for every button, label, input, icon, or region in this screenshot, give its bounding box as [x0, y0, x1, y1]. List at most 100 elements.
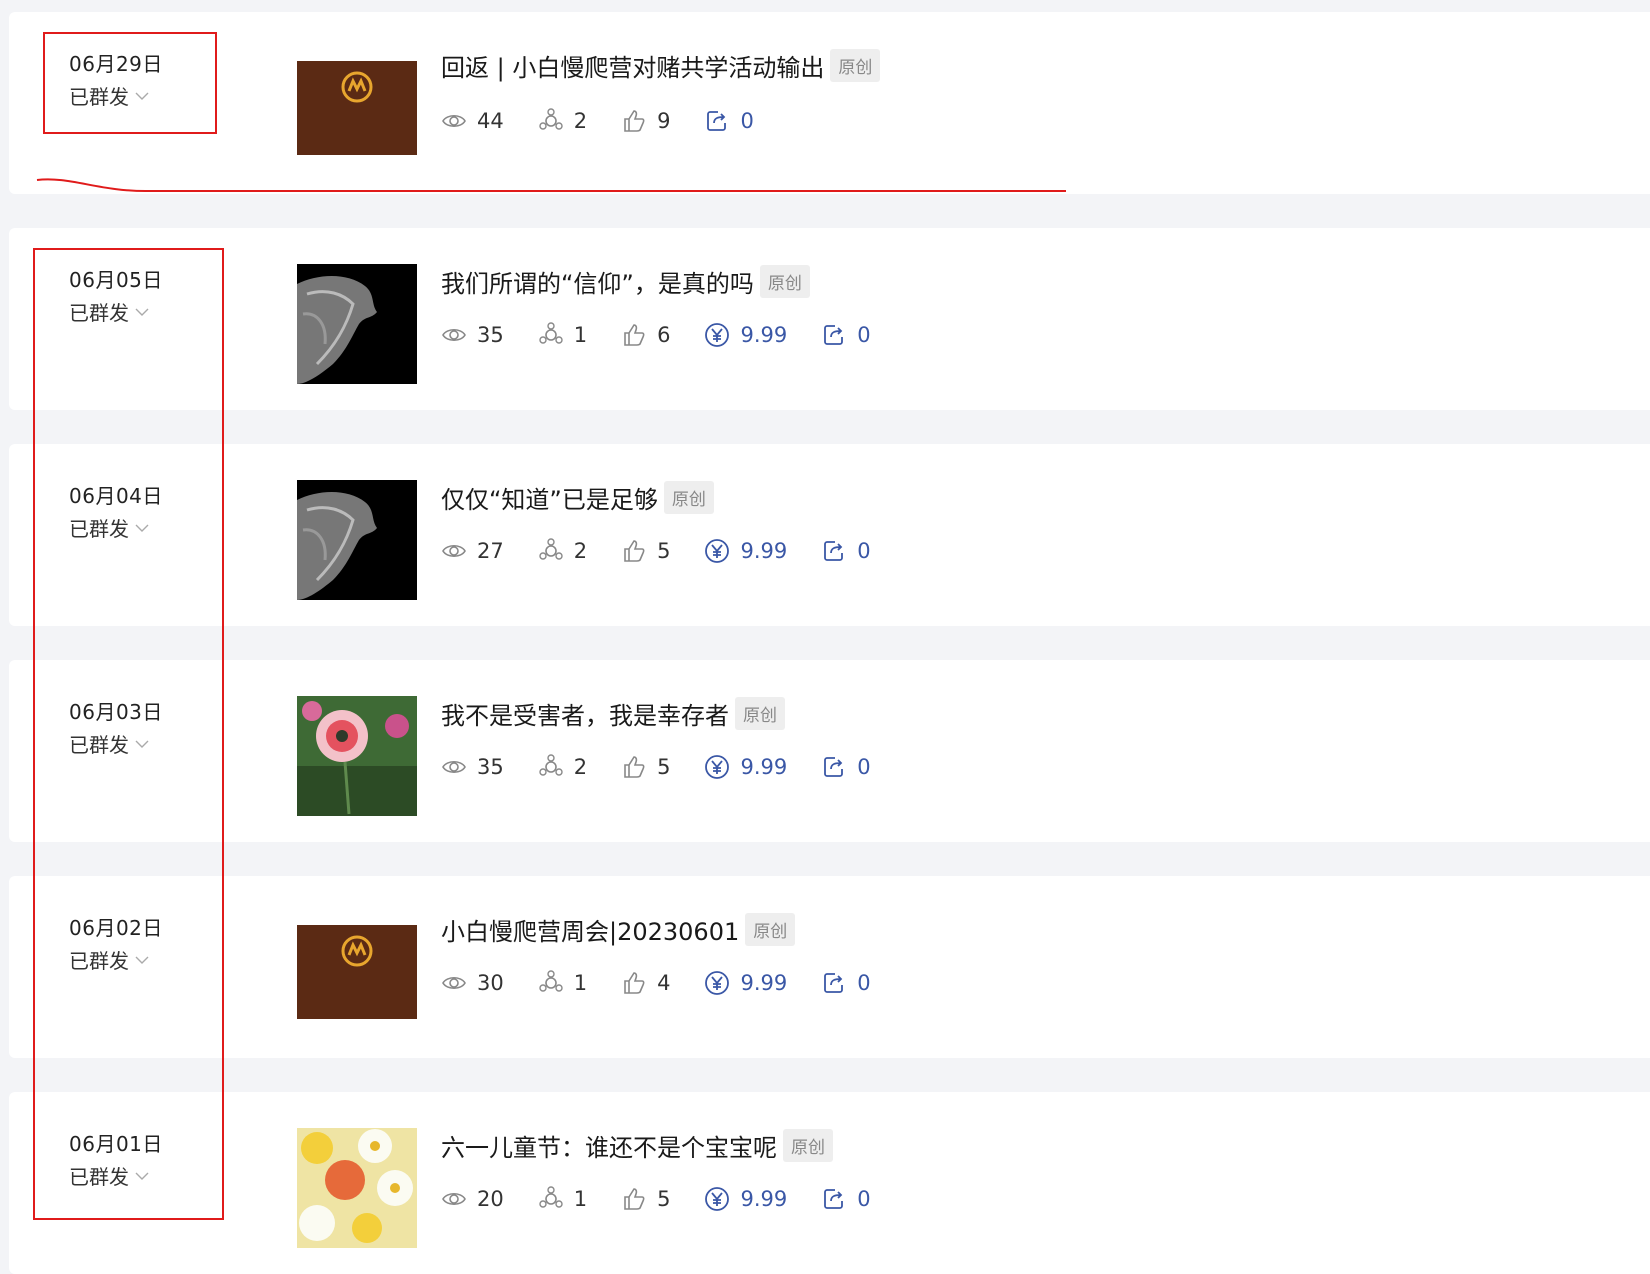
thumbs-up-icon — [624, 110, 645, 132]
article-thumbnail[interactable] — [297, 696, 417, 816]
share-network-icon — [539, 108, 563, 130]
forwards-stat: 0 — [821, 322, 871, 348]
status-dropdown[interactable]: 已群发 — [69, 1161, 149, 1190]
forward-icon — [824, 541, 844, 561]
yen-icon — [705, 323, 730, 347]
article-title[interactable]: 仅仅“知道”已是足够 — [441, 480, 658, 515]
article-title[interactable]: 回返 | 小白慢爬营对赌共学活动输出 — [441, 48, 824, 83]
yen-icon — [705, 539, 730, 563]
share-network-icon — [539, 322, 563, 344]
views-stat: 30 — [441, 970, 504, 996]
article-card: 06月29日 已群发 回返 | 小白慢爬营对赌共学活动输出 原创 44 2 9 … — [9, 12, 1650, 194]
share-network-icon — [539, 538, 563, 560]
eye-icon — [442, 114, 466, 128]
price-stat: 9.99 — [704, 322, 787, 348]
share-network-icon — [539, 1186, 563, 1208]
forward-icon — [824, 1189, 844, 1209]
original-badge: 原创 — [735, 697, 785, 730]
thumbs-up-icon — [624, 540, 645, 562]
status-dropdown[interactable]: 已群发 — [69, 513, 149, 542]
likes-stat: 5 — [621, 538, 670, 564]
original-badge: 原创 — [745, 913, 796, 946]
price-stat: 9.99 — [704, 538, 787, 564]
forwards-stat: 0 — [821, 970, 871, 996]
thumbs-up-icon — [624, 756, 645, 778]
eye-icon — [442, 1192, 466, 1206]
shares-stat: 1 — [538, 322, 587, 348]
eye-icon — [442, 544, 466, 558]
forwards-stat: 0 — [704, 108, 754, 134]
forwards-stat: 0 — [821, 538, 871, 564]
article-thumbnail[interactable] — [297, 925, 417, 1045]
price-stat: 9.99 — [704, 754, 787, 780]
likes-stat: 4 — [621, 970, 670, 996]
chevron-down-icon — [135, 92, 149, 100]
views-stat: 35 — [441, 754, 504, 780]
yen-icon — [705, 1187, 730, 1211]
article-thumbnail[interactable] — [297, 480, 417, 600]
eye-icon — [442, 328, 466, 342]
article-card: 06月03日 已群发 我不是受害者，我是幸存者 原创 35 2 5 9.99 0 — [9, 660, 1650, 842]
original-badge: 原创 — [663, 481, 714, 514]
eye-icon — [442, 976, 466, 990]
views-stat: 27 — [441, 538, 504, 564]
status-dropdown[interactable]: 已群发 — [69, 945, 149, 974]
share-network-icon — [539, 970, 563, 992]
likes-stat: 5 — [621, 754, 670, 780]
shares-stat: 2 — [538, 754, 587, 780]
status-dropdown[interactable]: 已群发 — [69, 297, 149, 326]
article-title[interactable]: 六一儿童节：谁还不是个宝宝呢 — [441, 1128, 777, 1163]
article-card: 06月05日 已群发 我们所谓的“信仰”，是真的吗 原创 35 1 6 9.99 0 — [9, 228, 1650, 410]
article-thumbnail[interactable] — [297, 264, 417, 384]
article-title[interactable]: 我不是受害者，我是幸存者 — [441, 696, 729, 731]
shares-stat: 2 — [538, 538, 587, 564]
status-label: 已群发 — [69, 733, 129, 757]
shares-stat: 2 — [538, 108, 587, 134]
yen-icon — [705, 971, 730, 995]
publish-date: 06月05日 — [69, 268, 163, 292]
publish-date: 06月01日 — [69, 1132, 163, 1156]
forward-icon — [707, 111, 727, 131]
views-stat: 35 — [441, 322, 504, 348]
article-card: 06月01日 已群发 六一儿童节：谁还不是个宝宝呢 原创 20 1 5 9.99 0 — [9, 1092, 1650, 1274]
price-stat: 9.99 — [704, 1186, 787, 1212]
chevron-down-icon — [135, 308, 149, 316]
chevron-down-icon — [135, 956, 149, 964]
original-badge: 原创 — [759, 265, 810, 298]
article-thumbnail-logo[interactable] — [297, 61, 417, 181]
views-stat: 20 — [441, 1186, 504, 1212]
status-label: 已群发 — [69, 1165, 129, 1189]
views-stat: 44 — [441, 108, 504, 134]
forwards-stat: 0 — [821, 754, 871, 780]
article-title[interactable]: 我们所谓的“信仰”，是真的吗 — [441, 264, 754, 299]
article-title[interactable]: 小白慢爬营周会|20230601 — [441, 912, 739, 947]
status-dropdown[interactable]: 已群发 — [69, 81, 149, 110]
status-label: 已群发 — [69, 517, 129, 541]
thumbs-up-icon — [624, 324, 645, 346]
original-badge: 原创 — [830, 49, 881, 82]
publish-date: 06月04日 — [69, 484, 163, 508]
thumbs-up-icon — [624, 1188, 645, 1210]
chevron-down-icon — [135, 524, 149, 532]
forward-icon — [824, 325, 844, 345]
forward-icon — [824, 973, 844, 993]
forwards-stat: 0 — [821, 1186, 871, 1212]
price-stat: 9.99 — [704, 970, 787, 996]
chevron-down-icon — [135, 1172, 149, 1180]
status-label: 已群发 — [69, 85, 129, 109]
share-network-icon — [539, 754, 563, 776]
article-thumbnail[interactable] — [297, 1128, 417, 1248]
chevron-down-icon — [135, 740, 149, 748]
yen-icon — [705, 755, 730, 779]
status-label: 已群发 — [69, 301, 129, 325]
likes-stat: 5 — [621, 1186, 670, 1212]
publish-date: 06月29日 — [69, 52, 163, 76]
status-dropdown[interactable]: 已群发 — [69, 729, 149, 758]
publish-date: 06月02日 — [69, 916, 163, 940]
status-label: 已群发 — [69, 949, 129, 973]
shares-stat: 1 — [538, 1186, 587, 1212]
eye-icon — [442, 760, 466, 774]
annotation-underline — [36, 178, 1066, 193]
original-badge: 原创 — [783, 1129, 833, 1162]
publish-date: 06月03日 — [69, 700, 163, 724]
